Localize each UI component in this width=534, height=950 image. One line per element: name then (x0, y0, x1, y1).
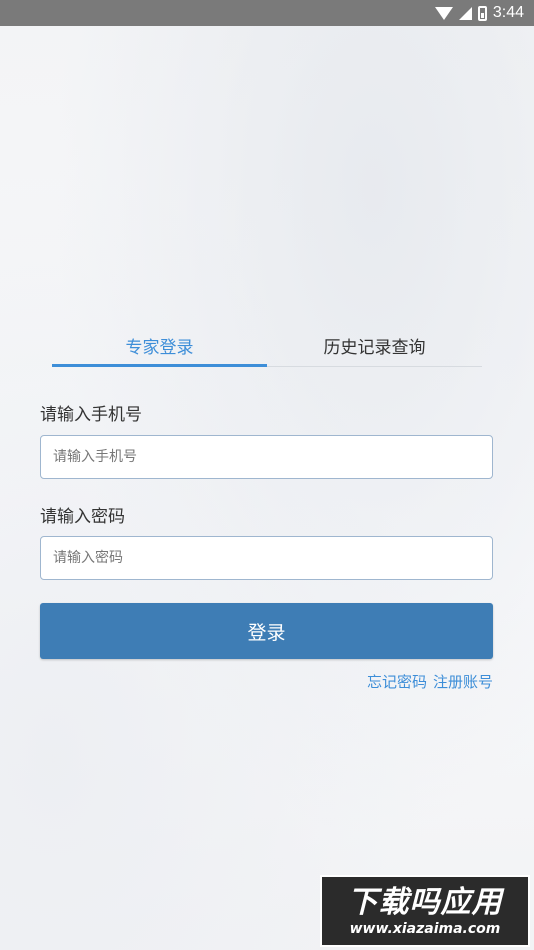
tab-history-query[interactable]: 历史记录查询 (267, 325, 482, 365)
register-link[interactable]: 注册账号 (433, 671, 493, 692)
phone-input[interactable] (40, 435, 493, 479)
active-tab-indicator (52, 364, 267, 367)
watermark-url: www.xiazaima.com (349, 921, 501, 937)
password-label: 请输入密码 (40, 507, 125, 527)
watermark-logo: 下载吗应用 www.xiazaima.com (320, 875, 530, 947)
status-bar: 3:44 (0, 0, 534, 26)
wifi-icon (434, 6, 453, 20)
phone-label: 请输入手机号 (40, 405, 142, 425)
tab-expert-login[interactable]: 专家登录 (52, 325, 267, 365)
account-links: 忘记密码 注册账号 (367, 671, 493, 692)
login-tabs: 专家登录 历史记录查询 (52, 325, 482, 367)
login-button[interactable]: 登录 (40, 603, 493, 659)
watermark-title: 下载吗应用 (347, 885, 503, 920)
signal-icon (458, 6, 472, 20)
battery-icon (477, 5, 487, 21)
password-input[interactable] (40, 536, 493, 580)
forgot-password-link[interactable]: 忘记密码 (367, 671, 427, 692)
status-time: 3:44 (492, 4, 524, 21)
